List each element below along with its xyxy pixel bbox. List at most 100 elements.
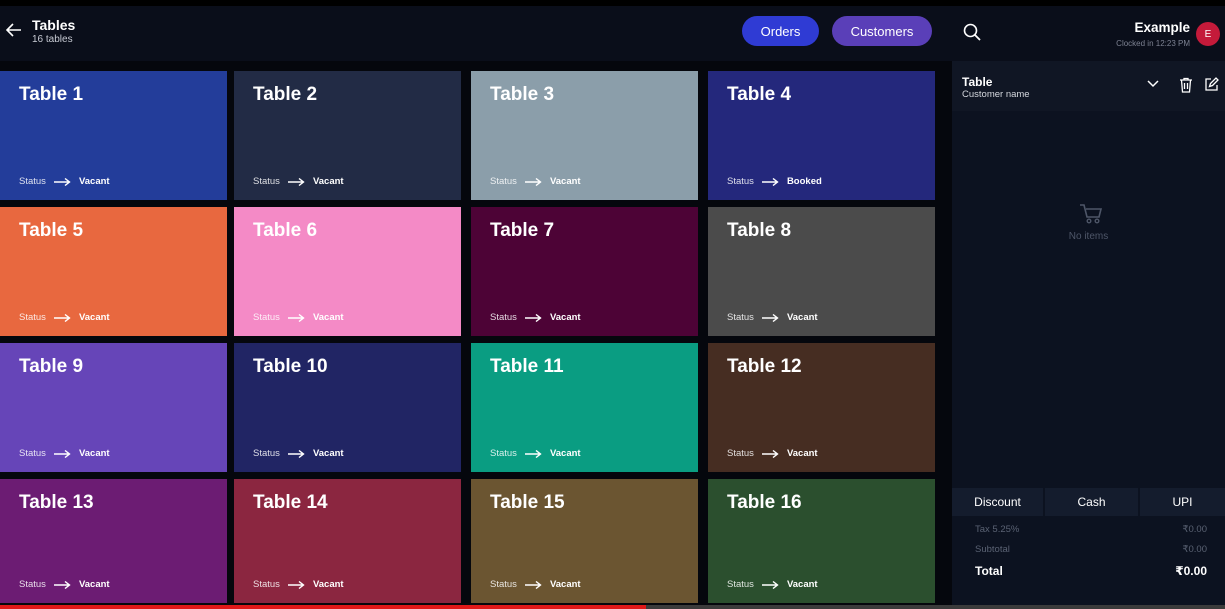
right-panel-header: Example Clocked in 12:23 PM E: [948, 6, 1225, 61]
search-icon: [963, 23, 981, 45]
table-status: Status Vacant: [727, 312, 818, 323]
empty-state-text: No items: [1068, 231, 1109, 242]
status-label: Status: [253, 176, 280, 187]
status-label: Status: [19, 579, 46, 590]
table-name: Table 8: [727, 220, 792, 241]
status-value: Vacant: [786, 312, 818, 323]
status-label: Status: [727, 579, 754, 590]
status-label: Status: [19, 448, 46, 459]
table-name: Table 14: [253, 492, 328, 513]
cart-icon: [1079, 203, 1103, 230]
status-label: Status: [490, 312, 517, 323]
order-customer-label[interactable]: Customer name: [962, 89, 1030, 100]
chevron-down-icon[interactable]: [1146, 77, 1160, 96]
status-value: Vacant: [786, 448, 818, 459]
status-value: Vacant: [549, 176, 581, 187]
back-button[interactable]: [4, 20, 24, 44]
arrow-right-icon: [53, 313, 71, 322]
table-name: Table 3: [490, 84, 555, 105]
table-name: Table 9: [19, 356, 84, 377]
status-value: Vacant: [549, 579, 581, 590]
status-label: Status: [19, 312, 46, 323]
page-subtitle: 16 tables: [32, 34, 73, 45]
orders-button[interactable]: Orders: [742, 16, 819, 46]
table-name: Table 5: [19, 220, 84, 241]
table-tile[interactable]: Table 13 Status Vacant: [0, 479, 227, 603]
arrow-right-icon: [524, 177, 542, 186]
title-block: Tables 16 tables: [32, 17, 75, 46]
table-tile[interactable]: Table 12 Status Vacant: [708, 343, 935, 472]
order-table-label: Table: [962, 75, 993, 89]
subtotal-row: Subtotal ₹0.00: [975, 544, 1207, 555]
table-name: Table 10: [253, 356, 328, 377]
arrow-right-icon: [761, 449, 779, 458]
page-title: Tables: [32, 17, 76, 33]
table-tile[interactable]: Table 14 Status Vacant: [234, 479, 461, 603]
table-name: Table 1: [19, 84, 84, 105]
status-value: Vacant: [78, 448, 110, 459]
table-status: Status Vacant: [19, 176, 110, 187]
status-label: Status: [253, 312, 280, 323]
arrow-right-icon: [761, 313, 779, 322]
table-tile[interactable]: Table 10 Status Vacant: [234, 343, 461, 472]
table-tile[interactable]: Table 1 Status Vacant: [0, 71, 227, 200]
status-label: Status: [253, 579, 280, 590]
arrow-right-icon: [761, 177, 779, 186]
arrow-right-icon: [53, 449, 71, 458]
payment-options: Discount Cash UPI: [952, 488, 1225, 516]
table-status: Status Vacant: [253, 448, 344, 459]
status-value: Vacant: [78, 312, 110, 323]
table-status: Status Vacant: [727, 448, 818, 459]
table-tile[interactable]: Table 5 Status Vacant: [0, 207, 227, 336]
table-status: Status Vacant: [253, 176, 344, 187]
status-value: Vacant: [312, 312, 344, 323]
arrow-right-icon: [287, 580, 305, 589]
table-tile[interactable]: Table 15 Status Vacant: [471, 479, 698, 603]
arrow-right-icon: [53, 177, 71, 186]
arrow-right-icon: [524, 449, 542, 458]
status-value: Vacant: [312, 176, 344, 187]
table-tile[interactable]: Table 3 Status Vacant: [471, 71, 698, 200]
edit-icon[interactable]: [1204, 77, 1219, 97]
table-name: Table 6: [253, 220, 318, 241]
table-status: Status Booked: [727, 176, 822, 187]
table-tile[interactable]: Table 6 Status Vacant: [234, 207, 461, 336]
customers-button[interactable]: Customers: [832, 16, 932, 46]
header: Tables 16 tables Orders Customers: [0, 6, 948, 61]
table-tile[interactable]: Table 7 Status Vacant: [471, 207, 698, 336]
video-progress-fill: [0, 605, 646, 609]
search-button[interactable]: [963, 23, 981, 46]
status-value: Vacant: [549, 312, 581, 323]
cash-button[interactable]: Cash: [1045, 488, 1138, 516]
video-progress-bar[interactable]: [0, 605, 1225, 609]
order-items-area: No items: [952, 111, 1225, 486]
avatar[interactable]: E: [1196, 22, 1220, 46]
table-tile[interactable]: Table 11 Status Vacant: [471, 343, 698, 472]
status-label: Status: [490, 176, 517, 187]
discount-button[interactable]: Discount: [952, 488, 1043, 516]
table-tile[interactable]: Table 4 Status Booked: [708, 71, 935, 200]
subtotal-value: ₹0.00: [1182, 544, 1207, 555]
arrow-right-icon: [761, 580, 779, 589]
table-status: Status Vacant: [253, 312, 344, 323]
status-value: Vacant: [312, 448, 344, 459]
tax-value: ₹0.00: [1182, 524, 1207, 535]
arrow-right-icon: [287, 449, 305, 458]
table-name: Table 12: [727, 356, 802, 377]
total-value: ₹0.00: [1175, 564, 1207, 578]
total-row: Total ₹0.00: [975, 564, 1207, 578]
status-label: Status: [727, 448, 754, 459]
table-tile[interactable]: Table 16 Status Vacant: [708, 479, 935, 603]
table-tile[interactable]: Table 2 Status Vacant: [234, 71, 461, 200]
table-status: Status Vacant: [490, 448, 581, 459]
order-header: Table Customer name: [952, 61, 1225, 111]
tax-row: Tax 5.25% ₹0.00: [975, 524, 1207, 535]
table-tile[interactable]: Table 9 Status Vacant: [0, 343, 227, 472]
table-tile[interactable]: Table 8 Status Vacant: [708, 207, 935, 336]
status-value: Vacant: [786, 579, 818, 590]
table-status: Status Vacant: [490, 176, 581, 187]
arrow-right-icon: [53, 580, 71, 589]
trash-icon[interactable]: [1179, 77, 1193, 98]
order-panel: Table Customer name No items Discount Ca…: [952, 61, 1225, 609]
upi-button[interactable]: UPI: [1140, 488, 1225, 516]
